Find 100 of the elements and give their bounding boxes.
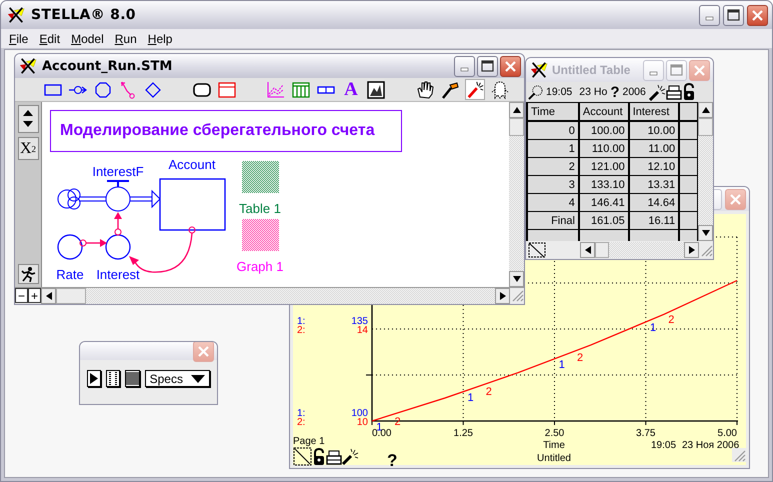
logo-icon [7, 6, 25, 24]
tool-button[interactable] [415, 79, 435, 100]
axis-title: Time [543, 440, 565, 451]
connector-arrow [114, 212, 122, 236]
app-title: STELLA® 8.0 [31, 7, 137, 23]
logo-icon [19, 57, 37, 75]
maximize-icon [670, 64, 683, 76]
zoom-in-button[interactable]: + [28, 288, 41, 303]
scroll-up-button[interactable] [509, 102, 524, 118]
table-cell: 13.31 [628, 176, 680, 194]
scroll-down-button[interactable] [698, 225, 713, 241]
tick-label: 0.00 [372, 428, 392, 439]
help-button[interactable]: ? [387, 451, 398, 467]
time-label: 19:05 [651, 440, 676, 451]
tick-label: 5.00 [718, 428, 737, 439]
pause-button[interactable] [106, 370, 120, 387]
wand-icon[interactable] [648, 84, 666, 101]
table-cell: 0 [527, 121, 579, 140]
page-icon[interactable] [528, 242, 546, 258]
resize-grip[interactable] [510, 288, 524, 302]
page-icon[interactable] [294, 448, 312, 466]
scroll-thumb[interactable] [595, 242, 609, 258]
scroll-right-button[interactable] [684, 242, 699, 258]
scroll-left-button[interactable] [580, 242, 595, 258]
vertical-scrollbar[interactable] [509, 102, 524, 287]
series-marker: 2 [668, 314, 674, 326]
wand-icon [466, 80, 484, 100]
maximize-button[interactable] [723, 4, 744, 26]
vertical-scrollbar[interactable] [698, 102, 713, 241]
table-icon [291, 80, 311, 100]
arrow-icon [584, 246, 590, 254]
scroll-left-button[interactable] [41, 288, 56, 304]
resize-grip[interactable] [699, 243, 713, 257]
minimize-icon [649, 70, 658, 76]
table-cell: 110.00 [578, 140, 629, 158]
stop-button[interactable] [124, 370, 140, 387]
horizontal-scrollbar[interactable] [580, 242, 699, 258]
scroll-down-button[interactable] [509, 271, 524, 287]
converter-circle [57, 234, 83, 260]
run-mode-button[interactable] [18, 264, 38, 284]
page-arrows-button[interactable] [18, 105, 38, 133]
caret-icon [190, 374, 205, 382]
tick-label: 1.25 [454, 428, 473, 439]
menu-item[interactable]: Help [144, 32, 180, 46]
tick-label: 3.75 [636, 428, 656, 439]
wand-icon[interactable] [342, 448, 358, 466]
horizontal-scrollbar[interactable] [41, 288, 510, 304]
tick-label: 10 [356, 417, 368, 428]
tick-label: 2.50 [544, 428, 564, 439]
arrow-icon [702, 230, 710, 236]
lock-icon[interactable] [314, 448, 324, 465]
minimize-button[interactable] [699, 4, 720, 26]
table-cell: 4 [527, 194, 579, 212]
minimize-icon [460, 66, 469, 72]
scroll-thumb[interactable] [698, 118, 713, 136]
page-label: Page 1 [293, 436, 325, 447]
node-label: Rate [56, 267, 84, 282]
date-label: 2006 [622, 86, 646, 98]
axis-value: 100 [351, 408, 368, 419]
scroll-thumb[interactable] [56, 288, 86, 304]
specs-dropdown[interactable]: Specs [144, 370, 210, 387]
menu-item[interactable]: Run [110, 32, 144, 46]
table-cell: 133.10 [578, 176, 629, 194]
lock-icon[interactable] [684, 83, 694, 100]
table-cell: 146.41 [578, 194, 629, 212]
text-tool[interactable]: A [341, 79, 361, 100]
tool-button[interactable] [465, 79, 485, 100]
tool-button[interactable] [366, 79, 386, 100]
close-button[interactable] [747, 4, 768, 26]
maximize-button[interactable] [477, 56, 498, 76]
menu-item[interactable]: Model [67, 32, 111, 46]
menu-item[interactable]: Edit [35, 32, 68, 46]
date-label: 23 Но [579, 86, 608, 98]
scroll-right-button[interactable] [495, 288, 510, 304]
table-cell: 10.00 [628, 121, 680, 140]
help-button[interactable]: ? [610, 84, 620, 100]
close-icon [752, 10, 763, 20]
printer-icon[interactable] [326, 450, 342, 465]
connector-arrow [80, 239, 107, 247]
menu-item[interactable]: File [5, 32, 36, 46]
tool-button[interactable] [490, 79, 510, 100]
pause-icon [108, 372, 117, 385]
table-cell: 3 [527, 176, 579, 194]
run-button[interactable] [87, 370, 101, 387]
close-button[interactable] [500, 56, 521, 76]
printer-icon[interactable] [666, 86, 682, 100]
table-cell: 1 [527, 140, 579, 158]
column-header: Interest [628, 102, 680, 121]
play-icon [90, 373, 98, 384]
image-icon [366, 80, 386, 100]
table-cell: 100.00 [578, 121, 629, 140]
scroll-up-button[interactable] [698, 102, 713, 118]
zoom-out-button[interactable]: − [15, 288, 28, 303]
sector-icon [217, 80, 237, 100]
converter-circle [105, 234, 131, 260]
minimize-button[interactable] [454, 56, 475, 76]
arrow-icon [46, 292, 52, 300]
resize-grip[interactable] [732, 448, 746, 462]
close-icon [730, 194, 741, 204]
scroll-thumb[interactable] [509, 118, 524, 136]
